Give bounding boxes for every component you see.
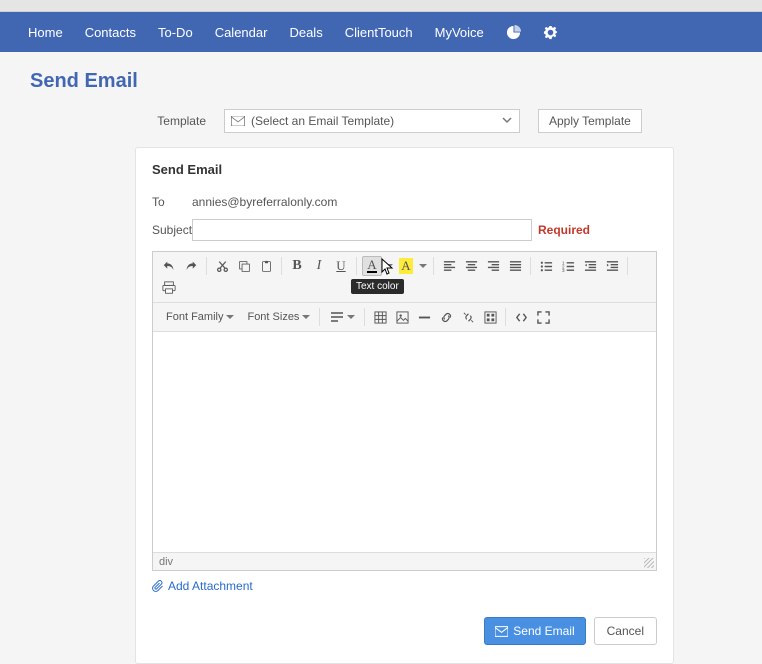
- paperclip-icon: [152, 580, 164, 592]
- card-heading: Send Email: [152, 162, 657, 177]
- rich-text-editor: B I U A Text color A 123: [152, 251, 657, 571]
- card-footer: Send Email Cancel: [152, 617, 657, 645]
- align-right-button[interactable]: [483, 256, 503, 276]
- italic-button[interactable]: I: [309, 256, 329, 276]
- window-top-strip: [0, 0, 762, 12]
- table-button[interactable]: [370, 307, 390, 327]
- align-justify-button[interactable]: [505, 256, 525, 276]
- template-select-text: (Select an Email Template): [251, 114, 394, 128]
- resize-handle[interactable]: [644, 558, 654, 568]
- nav-todo[interactable]: To-Do: [158, 25, 193, 40]
- gear-icon[interactable]: [543, 25, 558, 40]
- bg-color-button[interactable]: A: [396, 256, 416, 276]
- underline-button[interactable]: U: [331, 256, 351, 276]
- to-value: annies@byreferralonly.com: [192, 195, 337, 209]
- editor-toolbar-row1: B I U A Text color A 123: [153, 252, 656, 303]
- outdent-button[interactable]: [580, 256, 600, 276]
- bg-color-dropdown[interactable]: [418, 256, 428, 276]
- image-button[interactable]: [392, 307, 412, 327]
- editor-toolbar-row2: Font Family Font Sizes: [153, 303, 656, 332]
- to-label: To: [152, 195, 192, 209]
- bullet-list-button[interactable]: [536, 256, 556, 276]
- template-label: Template: [152, 114, 206, 128]
- align-center-button[interactable]: [461, 256, 481, 276]
- copy-button[interactable]: [234, 256, 254, 276]
- text-color-dropdown[interactable]: [384, 256, 394, 276]
- text-color-tooltip: Text color: [351, 279, 404, 294]
- subject-label: Subject: [152, 223, 192, 237]
- add-attachment-link[interactable]: Add Attachment: [152, 579, 253, 593]
- number-list-button[interactable]: 123: [558, 256, 578, 276]
- subject-input[interactable]: [192, 219, 532, 241]
- nav-clienttouch[interactable]: ClientTouch: [345, 25, 413, 40]
- nav-deals[interactable]: Deals: [289, 25, 322, 40]
- indent-button[interactable]: [602, 256, 622, 276]
- font-size-dropdown[interactable]: Font Sizes: [240, 307, 314, 327]
- email-card: Send Email To annies@byreferralonly.com …: [135, 147, 674, 664]
- chevron-down-icon: [501, 114, 513, 126]
- send-email-button[interactable]: Send Email: [484, 617, 585, 645]
- link-button[interactable]: [436, 307, 456, 327]
- page-title: Send Email: [0, 52, 762, 109]
- cut-button[interactable]: [212, 256, 232, 276]
- mouse-cursor-icon: [381, 258, 395, 276]
- pie-chart-icon[interactable]: [506, 25, 521, 40]
- fullscreen-button[interactable]: [533, 307, 553, 327]
- editor-body[interactable]: [153, 332, 656, 552]
- code-button[interactable]: [511, 307, 531, 327]
- nav-contacts[interactable]: Contacts: [85, 25, 136, 40]
- editor-statusbar: div: [153, 552, 656, 570]
- template-row: Template (Select an Email Template) Appl…: [0, 109, 762, 147]
- format-dropdown[interactable]: [325, 307, 359, 327]
- font-family-dropdown[interactable]: Font Family: [159, 307, 238, 327]
- cancel-button[interactable]: Cancel: [594, 617, 657, 645]
- required-text: Required: [538, 223, 590, 237]
- editor-path: div: [159, 556, 173, 568]
- undo-button[interactable]: [159, 256, 179, 276]
- subject-row: Subject Required: [152, 219, 657, 241]
- nav-calendar[interactable]: Calendar: [215, 25, 268, 40]
- nav-myvoice[interactable]: MyVoice: [435, 25, 484, 40]
- special-char-button[interactable]: [480, 307, 500, 327]
- unlink-button[interactable]: [458, 307, 478, 327]
- print-button[interactable]: [159, 278, 179, 298]
- paste-button[interactable]: [256, 256, 276, 276]
- text-color-button[interactable]: A Text color: [362, 256, 382, 276]
- envelope-icon: [495, 626, 508, 637]
- main-navbar: Home Contacts To-Do Calendar Deals Clien…: [0, 12, 762, 52]
- align-left-button[interactable]: [439, 256, 459, 276]
- apply-template-button[interactable]: Apply Template: [538, 109, 642, 133]
- envelope-icon: [231, 116, 245, 126]
- hr-button[interactable]: [414, 307, 434, 327]
- svg-text:3: 3: [562, 268, 565, 273]
- template-select[interactable]: (Select an Email Template): [224, 109, 520, 133]
- redo-button[interactable]: [181, 256, 201, 276]
- to-row: To annies@byreferralonly.com: [152, 195, 657, 209]
- bold-button[interactable]: B: [287, 256, 307, 276]
- nav-home[interactable]: Home: [28, 25, 63, 40]
